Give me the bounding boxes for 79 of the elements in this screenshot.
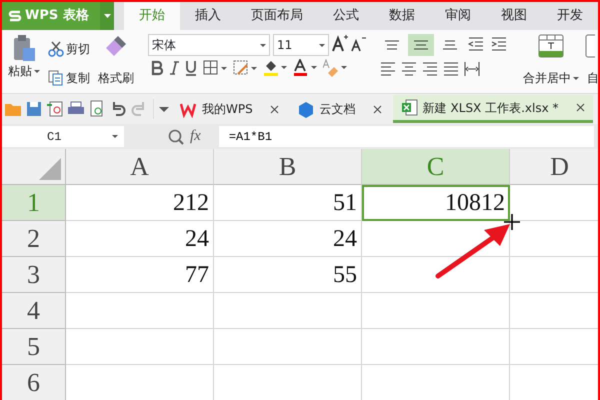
align-top-icon (385, 40, 399, 50)
empty-cell[interactable] (214, 329, 362, 365)
cut-button[interactable]: 剪切 (46, 40, 92, 58)
empty-cell[interactable] (362, 329, 510, 365)
cube-icon (298, 100, 315, 118)
align-bottom-icon (443, 40, 457, 50)
triangle-icon (39, 158, 61, 180)
table-cell: 77 (66, 257, 214, 293)
fill-color-icon[interactable] (263, 59, 287, 77)
italic-icon[interactable] (169, 60, 179, 76)
crosshair-cursor-icon (504, 214, 520, 230)
caret-icon (104, 14, 110, 18)
paste-button[interactable]: 粘贴 (6, 62, 42, 80)
font-family-dropdown[interactable]: 宋体 (148, 34, 270, 56)
row-header[interactable]: 2 (2, 221, 66, 257)
caret-icon[interactable] (260, 44, 266, 46)
empty-cell[interactable] (362, 257, 510, 293)
ribbon-tab[interactable]: 审阅 (430, 2, 486, 30)
caret-icon[interactable] (319, 44, 325, 46)
brush-icon (104, 34, 128, 56)
table-cell: 24 (66, 221, 214, 257)
table-cell: 51 (214, 185, 362, 221)
ribbon-tab[interactable]: 公式 (318, 2, 374, 30)
align-middle-icon (414, 40, 428, 50)
merge-cells-icon (538, 34, 564, 58)
active-cell[interactable]: 10812 (362, 185, 510, 221)
row-header[interactable]: 3 (2, 257, 66, 293)
close-icon[interactable] (576, 103, 585, 112)
wrap-text-button[interactable]: 自 (585, 69, 598, 87)
ribbon-tab[interactable]: 页面布局 (236, 2, 318, 30)
bold-icon[interactable] (151, 60, 163, 76)
document-tab[interactable]: 新建 XLSX 工作表.xlsx * (392, 95, 593, 123)
empty-cell[interactable] (214, 293, 362, 329)
column-header[interactable]: A (66, 149, 214, 185)
formula-field[interactable]: =A1*B1 (218, 126, 594, 147)
wrap-text-icon (585, 34, 595, 58)
table-cell: 24 (214, 221, 362, 257)
copy-icon (48, 70, 64, 86)
ribbon-tab[interactable]: 开始 (124, 2, 180, 30)
table-cell: 55 (214, 257, 362, 293)
font-color-icon[interactable] (293, 59, 317, 77)
align-middle-button[interactable] (408, 34, 434, 56)
spreadsheet-icon (400, 99, 418, 116)
ribbon-tab[interactable]: 插入 (180, 2, 236, 30)
column-header[interactable]: D (510, 149, 598, 185)
empty-cell[interactable] (362, 293, 510, 329)
copy-button[interactable]: 复制 (46, 69, 92, 88)
logo-icon (8, 9, 22, 23)
fill-pattern-icon[interactable] (233, 60, 257, 76)
scissors-icon (48, 40, 64, 57)
eraser-icon[interactable] (323, 59, 347, 77)
ribbon-tab[interactable]: 开发 (542, 2, 598, 30)
caret-icon[interactable] (573, 76, 579, 80)
row-header[interactable]: 6 (2, 365, 66, 400)
row-header[interactable]: 5 (2, 329, 66, 365)
save-icon[interactable] (25, 100, 43, 118)
app-menu-dropdown[interactable] (100, 2, 114, 30)
close-icon[interactable] (270, 104, 279, 114)
column-header[interactable]: B (214, 149, 362, 185)
font-size-dropdown[interactable]: 11 (273, 34, 329, 56)
borders-icon[interactable] (203, 60, 227, 76)
name-box[interactable]: C1 (2, 126, 124, 147)
underline-icon[interactable] (185, 60, 197, 76)
clipboard-icon (12, 34, 36, 62)
table-cell: 212 (66, 185, 214, 221)
row-header[interactable]: 4 (2, 293, 66, 329)
export-icon[interactable] (46, 100, 64, 118)
ribbon-tab[interactable]: 视图 (486, 2, 542, 30)
font-grow-icon[interactable] (332, 34, 348, 52)
caret-icon[interactable] (159, 106, 169, 112)
caret-icon[interactable] (112, 135, 118, 138)
close-icon[interactable] (372, 104, 382, 114)
zoom-icon[interactable] (168, 128, 184, 144)
ribbon-tab[interactable]: 数据 (374, 2, 430, 30)
function-button[interactable]: fx (190, 125, 201, 148)
merge-center-button[interactable]: 合并居中 (521, 69, 581, 87)
caret-icon[interactable] (34, 70, 40, 72)
format-painter-button[interactable]: 格式刷 (96, 69, 136, 87)
distributed-icon[interactable] (463, 59, 481, 79)
